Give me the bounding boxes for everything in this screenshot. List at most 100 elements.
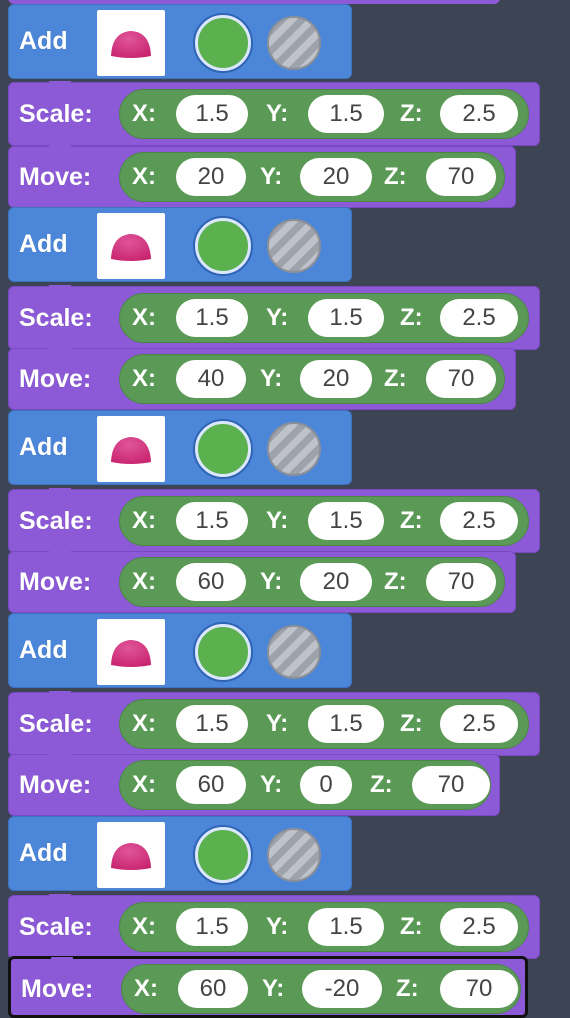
vector-input[interactable]: X: 60 Y: -20 Z: 70 — [121, 964, 521, 1014]
y-value-input[interactable]: 0 — [300, 766, 352, 804]
y-value-input[interactable]: -20 — [302, 970, 382, 1008]
x-axis-label: X: — [132, 568, 156, 595]
vector-input[interactable]: X: 1.5 Y: 1.5 Z: 2.5 — [119, 89, 529, 139]
material-swatch[interactable] — [267, 828, 321, 882]
z-value-input[interactable]: 2.5 — [440, 705, 518, 743]
shape-thumbnail[interactable] — [97, 10, 165, 76]
vector-input[interactable]: X: 1.5 Y: 1.5 Z: 2.5 — [119, 293, 529, 343]
material-swatch[interactable] — [267, 422, 321, 476]
move-block[interactable]: Move: X: 60 Y: 20 Z: 70 — [8, 550, 516, 613]
y-value-input[interactable]: 20 — [300, 360, 372, 398]
scale-block[interactable]: Scale: X: 1.5 Y: 1.5 Z: 2.5 — [8, 488, 540, 553]
add-block[interactable]: Add — [8, 816, 352, 891]
add-block[interactable]: Add — [8, 4, 352, 79]
x-value-input[interactable]: 1.5 — [176, 908, 248, 946]
x-axis-label: X: — [132, 507, 156, 534]
x-value-input[interactable]: 1.5 — [176, 95, 248, 133]
x-axis-label: X: — [132, 365, 156, 392]
y-axis-label: Y: — [266, 913, 289, 940]
block-notch — [49, 145, 71, 155]
z-value-input[interactable]: 70 — [440, 970, 518, 1008]
color-swatch[interactable] — [195, 15, 251, 71]
move-block[interactable]: Move: X: 60 Y: 0 Z: 70 — [8, 753, 500, 816]
y-value-input[interactable]: 1.5 — [308, 908, 384, 946]
z-value-input[interactable]: 70 — [426, 158, 496, 196]
vector-input[interactable]: X: 20 Y: 20 Z: 70 — [119, 152, 505, 202]
move-label: Move: — [19, 771, 92, 799]
dome-icon — [111, 234, 151, 261]
shape-thumbnail[interactable] — [97, 213, 165, 279]
y-axis-label: Y: — [262, 975, 285, 1002]
x-value-input[interactable]: 1.5 — [176, 299, 248, 337]
scale-label: Scale: — [19, 304, 93, 332]
x-value-input[interactable]: 1.5 — [176, 705, 248, 743]
dome-icon — [111, 640, 151, 667]
x-value-input[interactable]: 1.5 — [176, 502, 248, 540]
z-value-input[interactable]: 70 — [426, 563, 496, 601]
x-axis-label: X: — [132, 771, 156, 798]
y-value-input[interactable]: 1.5 — [308, 705, 384, 743]
z-value-input[interactable]: 70 — [426, 360, 496, 398]
z-value-input[interactable]: 2.5 — [440, 299, 518, 337]
move-label: Move: — [21, 975, 94, 1003]
dome-icon — [111, 437, 151, 464]
material-swatch[interactable] — [267, 219, 321, 273]
scale-block[interactable]: Scale: X: 1.5 Y: 1.5 Z: 2.5 — [8, 285, 540, 350]
block-notch — [49, 894, 71, 904]
add-block[interactable]: Add — [8, 410, 352, 485]
z-axis-label: Z: — [400, 100, 423, 127]
color-swatch[interactable] — [195, 218, 251, 274]
z-value-input[interactable]: 2.5 — [440, 502, 518, 540]
x-axis-label: X: — [132, 710, 156, 737]
scale-label: Scale: — [19, 913, 93, 941]
x-value-input[interactable]: 20 — [176, 158, 246, 196]
move-block[interactable]: Move: X: 20 Y: 20 Z: 70 — [8, 145, 516, 208]
x-value-input[interactable]: 60 — [178, 970, 248, 1008]
x-value-input[interactable]: 60 — [176, 563, 246, 601]
y-value-input[interactable]: 20 — [300, 158, 372, 196]
z-axis-label: Z: — [384, 568, 407, 595]
move-block[interactable]: Move: X: 60 Y: -20 Z: 70 — [8, 956, 528, 1018]
add-block[interactable]: Add — [8, 613, 352, 688]
vector-input[interactable]: X: 40 Y: 20 Z: 70 — [119, 354, 505, 404]
x-value-input[interactable]: 40 — [176, 360, 246, 398]
color-swatch[interactable] — [195, 624, 251, 680]
scale-block[interactable]: Scale: X: 1.5 Y: 1.5 Z: 2.5 — [8, 691, 540, 756]
z-value-input[interactable]: 2.5 — [440, 95, 518, 133]
vector-input[interactable]: X: 1.5 Y: 1.5 Z: 2.5 — [119, 902, 529, 952]
vector-input[interactable]: X: 1.5 Y: 1.5 Z: 2.5 — [119, 496, 529, 546]
z-value-input[interactable]: 2.5 — [440, 908, 518, 946]
x-value-input[interactable]: 60 — [176, 766, 246, 804]
block-notch — [49, 285, 71, 295]
code-workspace[interactable]: Add Scale: X: 1.5 Y: 1.5 Z: 2.5 Move: X: 20 Y: 20 Z: 7… — [0, 0, 570, 1018]
vector-input[interactable]: X: 1.5 Y: 1.5 Z: 2.5 — [119, 699, 529, 749]
y-value-input[interactable]: 20 — [300, 563, 372, 601]
z-axis-label: Z: — [384, 365, 407, 392]
z-value-input[interactable]: 70 — [412, 766, 490, 804]
scale-block[interactable]: Scale: X: 1.5 Y: 1.5 Z: 2.5 — [8, 894, 540, 959]
z-axis-label: Z: — [400, 304, 423, 331]
vector-input[interactable]: X: 60 Y: 0 Z: 70 — [119, 760, 491, 810]
z-axis-label: Z: — [400, 710, 423, 737]
block-notch — [51, 957, 73, 967]
scale-label: Scale: — [19, 710, 93, 738]
scale-block[interactable]: Scale: X: 1.5 Y: 1.5 Z: 2.5 — [8, 81, 540, 146]
color-swatch[interactable] — [195, 827, 251, 883]
shape-thumbnail[interactable] — [97, 416, 165, 482]
vector-input[interactable]: X: 60 Y: 20 Z: 70 — [119, 557, 505, 607]
scale-label: Scale: — [19, 507, 93, 535]
block-notch — [49, 81, 71, 91]
add-block[interactable]: Add — [8, 207, 352, 282]
x-axis-label: X: — [132, 304, 156, 331]
shape-thumbnail[interactable] — [97, 619, 165, 685]
material-swatch[interactable] — [267, 625, 321, 679]
y-value-input[interactable]: 1.5 — [308, 95, 384, 133]
move-block[interactable]: Move: X: 40 Y: 20 Z: 70 — [8, 347, 516, 410]
color-swatch[interactable] — [195, 421, 251, 477]
z-axis-label: Z: — [370, 771, 393, 798]
y-value-input[interactable]: 1.5 — [308, 299, 384, 337]
material-swatch[interactable] — [267, 16, 321, 70]
y-value-input[interactable]: 1.5 — [308, 502, 384, 540]
shape-thumbnail[interactable] — [97, 822, 165, 888]
move-label: Move: — [19, 365, 92, 393]
